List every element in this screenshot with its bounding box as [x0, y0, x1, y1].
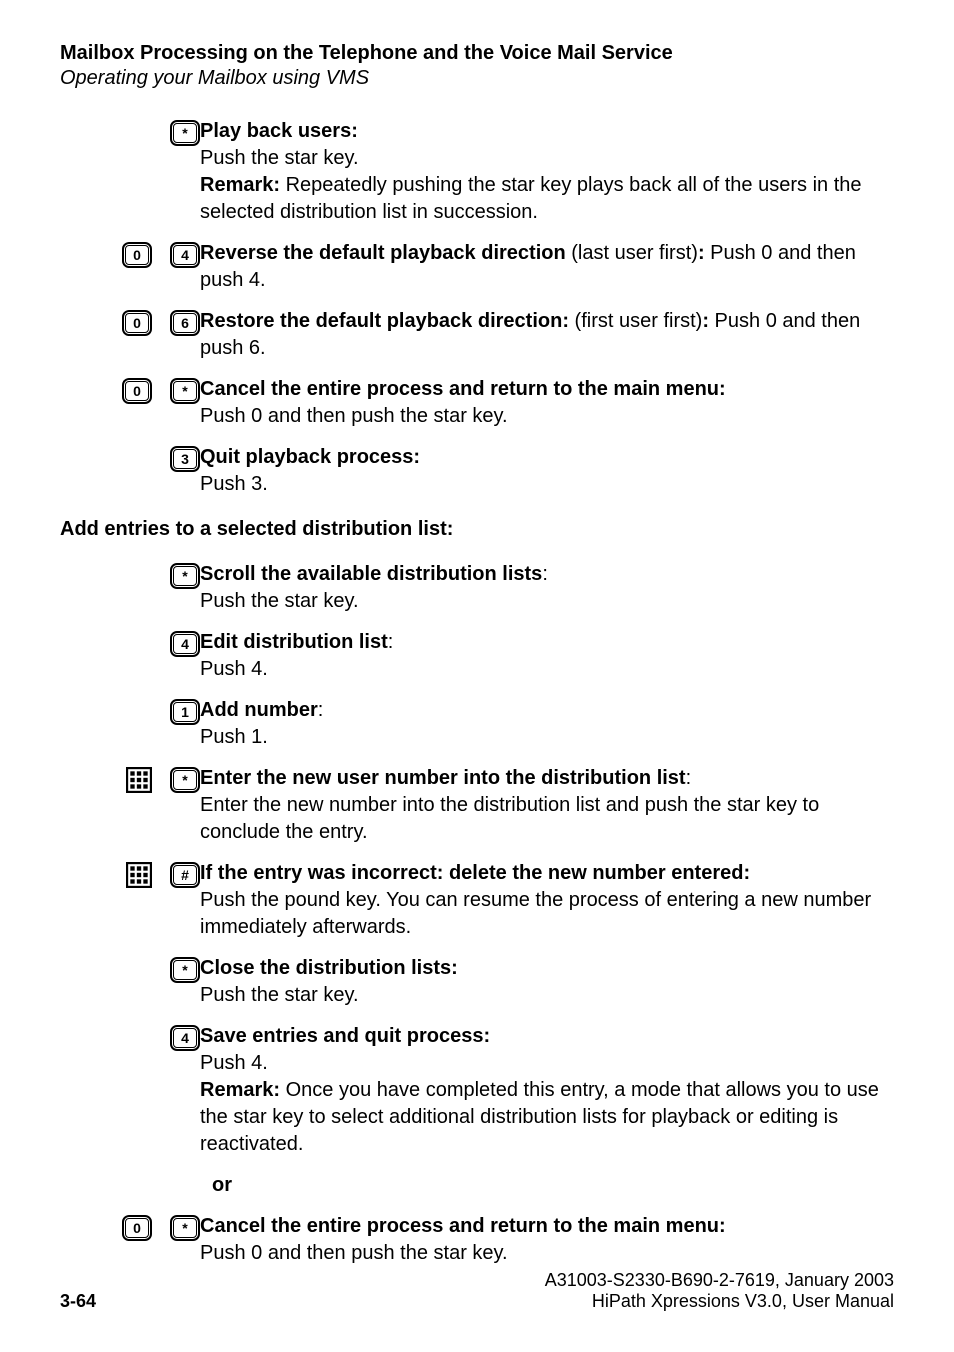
four-key-icon: 4 — [170, 242, 200, 268]
restore-title: Restore the default playback direction: — [200, 310, 569, 332]
close-body: Push the star key. — [200, 984, 359, 1006]
star-key-icon: * — [170, 767, 200, 793]
row-or: or — [60, 1172, 894, 1199]
edit-title: Edit distribution list — [200, 631, 388, 653]
star-key-icon: * — [170, 1215, 200, 1241]
reverse-paren: (last user first) — [566, 242, 698, 264]
row-save: 4 Save entries and quit process: Push 4.… — [60, 1023, 894, 1158]
row-cancel-playback: 0 * Cancel the entire process and return… — [60, 376, 894, 430]
row-play-back-users: * Play back users: Push the star key. Re… — [60, 118, 894, 226]
header-title: Mailbox Processing on the Telephone and … — [60, 42, 894, 65]
page-number: 3-64 — [60, 1291, 96, 1312]
section-add-title: Add entries to a selected distribution l… — [60, 518, 894, 541]
row-edit: 4 Edit distribution list: Push 4. — [60, 629, 894, 683]
four-key-icon: 4 — [170, 1025, 200, 1051]
addnum-body: Push 1. — [200, 726, 268, 748]
incorrect-body: Push the pound key. You can resume the p… — [200, 889, 871, 938]
row-restore: 0 6 Restore the default playback directi… — [60, 308, 894, 362]
row-scroll: * Scroll the available distribution list… — [60, 561, 894, 615]
page-footer: 3-64 A31003-S2330-B690-2-7619, January 2… — [60, 1270, 894, 1312]
star-key-icon: * — [170, 563, 200, 589]
restore-colon: : — [702, 310, 709, 332]
addnum-title: Add number — [200, 699, 318, 721]
zero-key-icon: 0 — [122, 378, 152, 404]
star-key-icon: * — [170, 378, 200, 404]
keypad-icon — [126, 767, 152, 793]
save-title: Save entries and quit process: — [200, 1025, 490, 1047]
row-reverse: 0 4 Reverse the default playback directi… — [60, 240, 894, 294]
incorrect-title: If the entry was incorrect: delete the n… — [200, 862, 750, 884]
zero-key-icon: 0 — [122, 310, 152, 336]
one-key-icon: 1 — [170, 699, 200, 725]
reverse-title: Reverse the default playback direction — [200, 242, 566, 264]
row-quit: 3 Quit playback process: Push 3. — [60, 444, 894, 498]
cancel-body: Push 0 and then push the star key. — [200, 405, 508, 427]
addnum-colon: : — [318, 699, 324, 721]
play-users-line1: Push the star key. — [200, 147, 359, 169]
zero-key-icon: 0 — [122, 1215, 152, 1241]
reverse-colon: : — [698, 242, 705, 264]
pound-key-icon: # — [170, 862, 200, 888]
or-label: or — [212, 1174, 232, 1196]
star-key-icon: * — [170, 120, 200, 146]
row-cancel-add: 0 * Cancel the entire process and return… — [60, 1213, 894, 1267]
edit-colon: : — [388, 631, 394, 653]
header-subtitle: Operating your Mailbox using VMS — [60, 67, 894, 90]
keypad-icon — [126, 862, 152, 888]
enter-colon: : — [686, 767, 692, 789]
remark-label: Remark: — [200, 174, 280, 196]
cancel-add-body: Push 0 and then push the star key. — [200, 1242, 508, 1264]
enter-body: Enter the new number into the distributi… — [200, 794, 819, 843]
restore-paren: (first user first) — [569, 310, 702, 332]
edit-body: Push 4. — [200, 658, 268, 680]
three-key-icon: 3 — [170, 446, 200, 472]
scroll-title: Scroll the available distribution lists — [200, 563, 542, 585]
enter-title: Enter the new user number into the distr… — [200, 767, 686, 789]
row-enter-number: * Enter the new user number into the dis… — [60, 765, 894, 846]
row-add-number: 1 Add number: Push 1. — [60, 697, 894, 751]
scroll-body: Push the star key. — [200, 590, 359, 612]
remark-body: Repeatedly pushing the star key plays ba… — [200, 174, 862, 223]
zero-key-icon: 0 — [122, 242, 152, 268]
doc-manual: HiPath Xpressions V3.0, User Manual — [545, 1291, 894, 1312]
row-close: * Close the distribution lists: Push the… — [60, 955, 894, 1009]
save-remark-label: Remark: — [200, 1079, 280, 1101]
page: Mailbox Processing on the Telephone and … — [0, 0, 954, 1352]
save-body1: Push 4. — [200, 1052, 268, 1074]
quit-title: Quit playback process: — [200, 446, 420, 468]
doc-id: A31003-S2330-B690-2-7619, January 2003 — [545, 1270, 894, 1291]
six-key-icon: 6 — [170, 310, 200, 336]
quit-body: Push 3. — [200, 473, 268, 495]
save-remark-body: Once you have completed this entry, a mo… — [200, 1079, 879, 1155]
cancel-add-title: Cancel the entire process and return to … — [200, 1215, 726, 1237]
four-key-icon: 4 — [170, 631, 200, 657]
close-title: Close the distribution lists: — [200, 957, 458, 979]
play-users-title: Play back users: — [200, 120, 358, 142]
row-incorrect: # If the entry was incorrect: delete the… — [60, 860, 894, 941]
cancel-title: Cancel the entire process and return to … — [200, 378, 726, 400]
scroll-colon: : — [542, 563, 548, 585]
star-key-icon: * — [170, 957, 200, 983]
